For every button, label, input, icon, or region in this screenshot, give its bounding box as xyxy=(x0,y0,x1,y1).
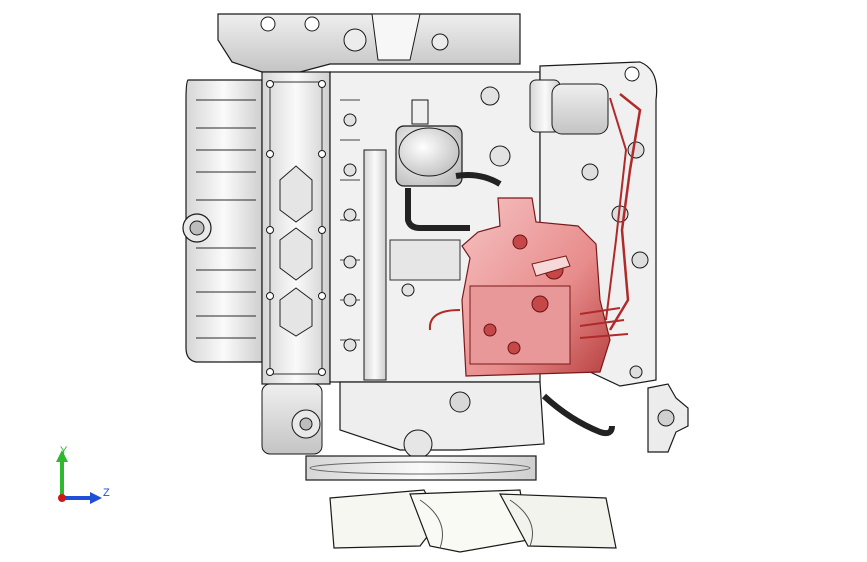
cad-viewport[interactable]: Y Z xyxy=(0,0,867,562)
engine-drawing: Y Z xyxy=(56,13,689,553)
cooling-fan xyxy=(329,489,617,553)
x-axis-dot xyxy=(58,494,66,502)
cylinder-head xyxy=(217,13,521,73)
water-outlet-flange xyxy=(647,383,689,453)
z-axis-label: Z xyxy=(103,487,110,499)
gear-case xyxy=(261,381,615,459)
y-axis-label: Y xyxy=(60,445,68,457)
z-axis-arrow xyxy=(90,492,102,504)
oil-pan xyxy=(182,79,263,363)
valve-cover xyxy=(261,71,331,385)
crank-pulley xyxy=(305,455,537,481)
coordinate-triad[interactable]: Y Z xyxy=(56,445,110,504)
